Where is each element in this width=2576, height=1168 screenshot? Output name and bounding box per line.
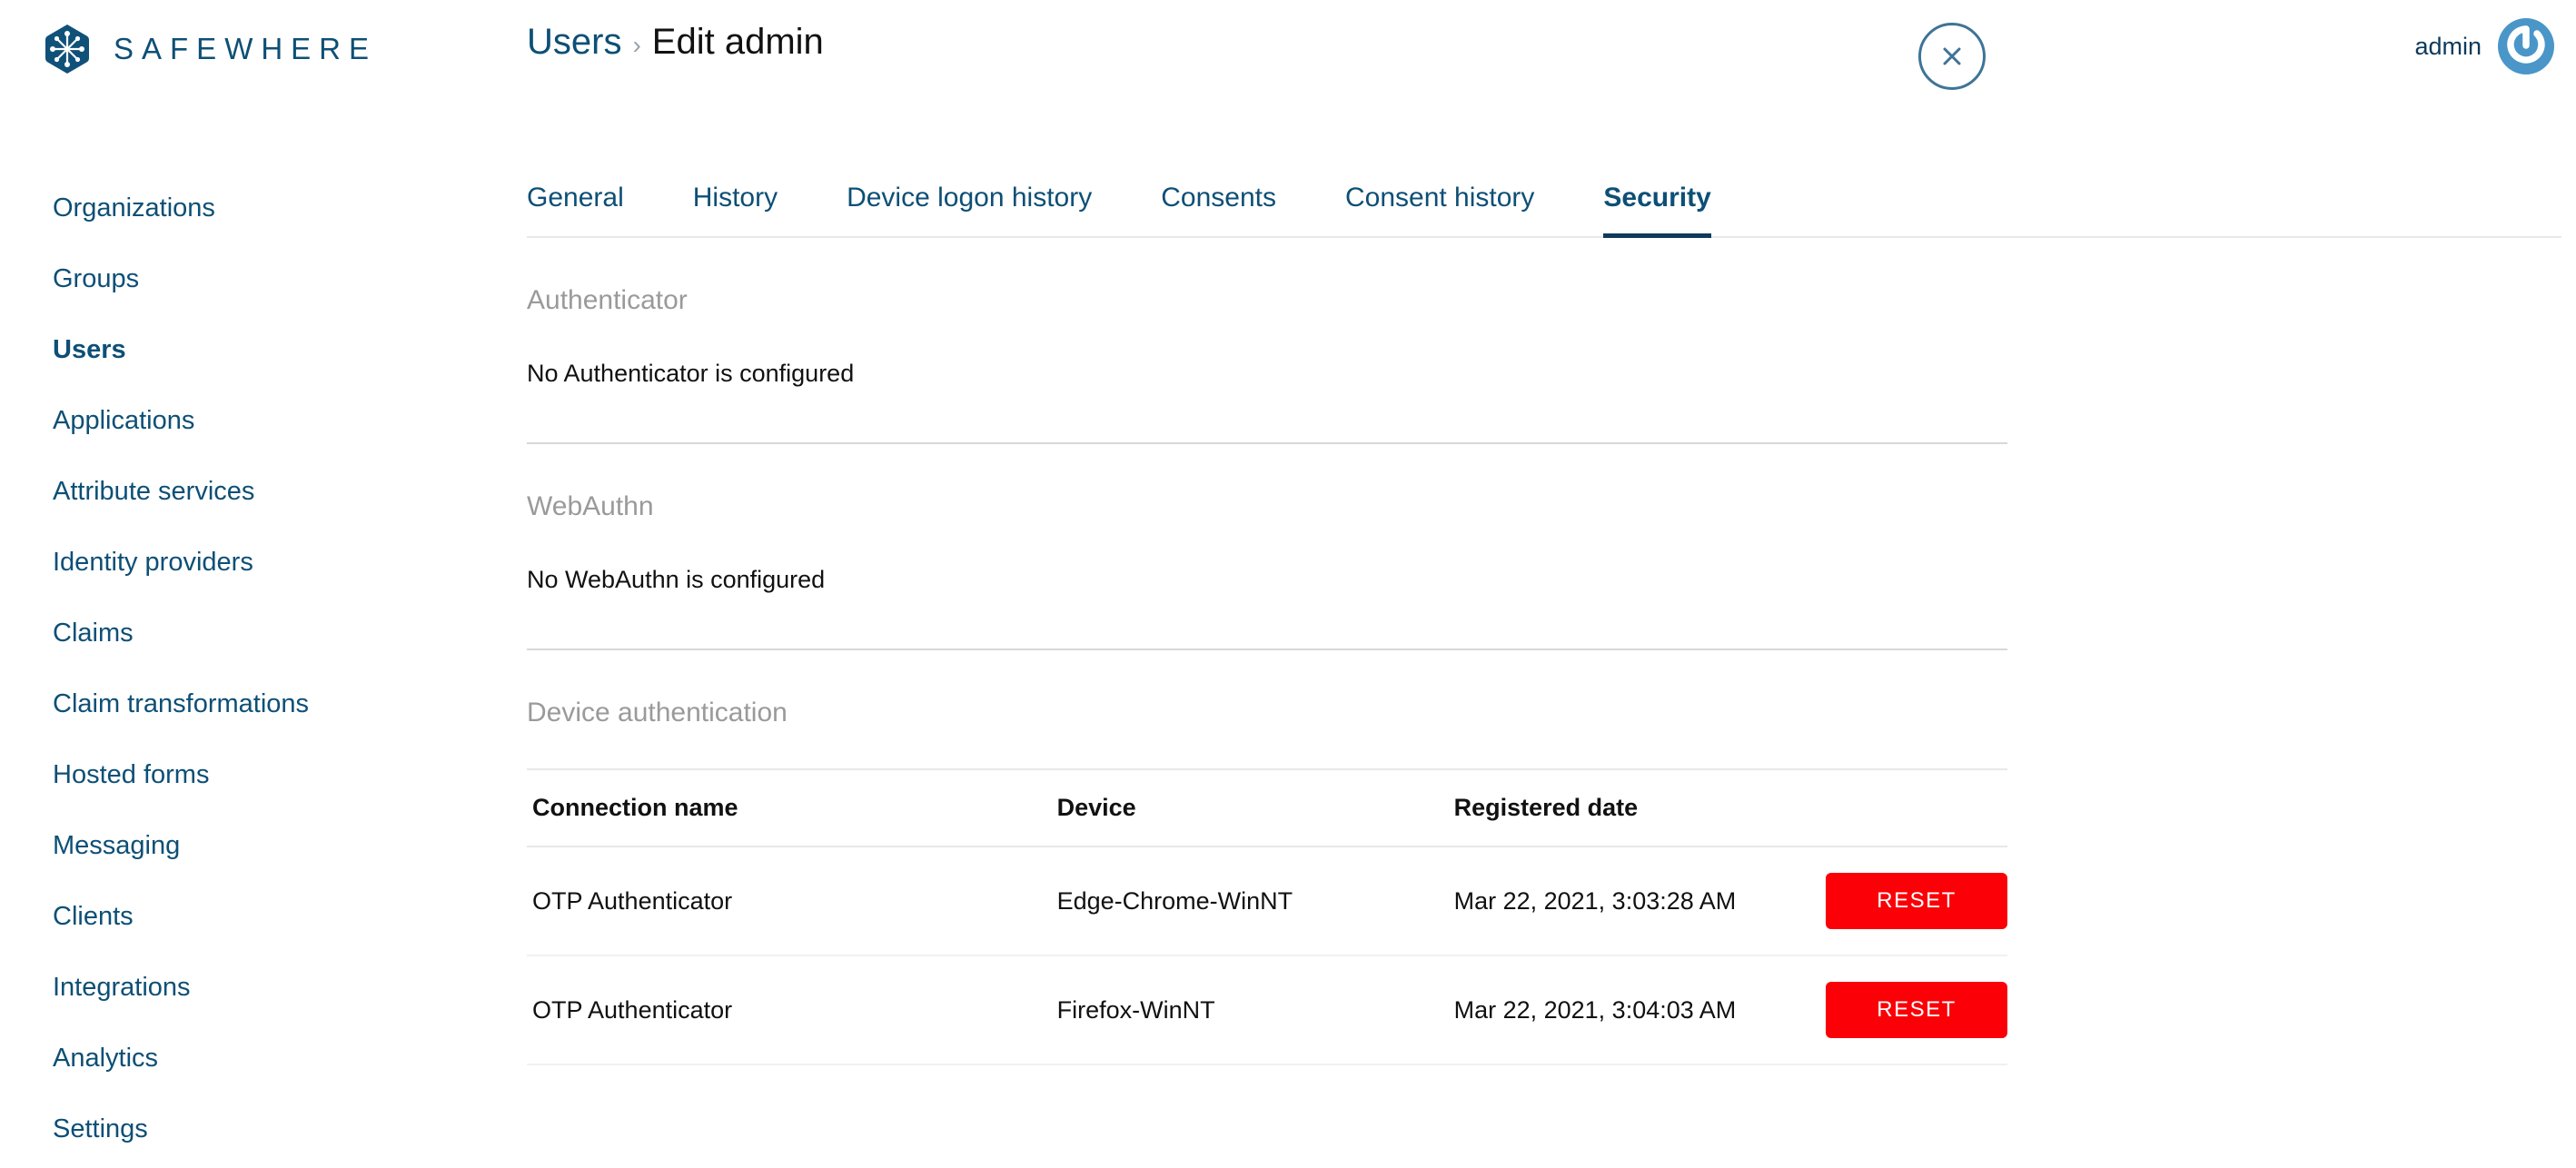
sidebar-item-attribute-services[interactable]: Attribute services — [0, 456, 509, 527]
tab-general[interactable]: General — [527, 183, 624, 238]
tab-security[interactable]: Security — [1603, 183, 1711, 238]
brand-logo[interactable]: SAFEWHERE — [41, 23, 377, 75]
device-authentication-section: Device authentication Connection name De… — [527, 650, 2007, 1065]
webauthn-section-title: WebAuthn — [527, 491, 654, 521]
sidebar-item-integrations[interactable]: Integrations — [0, 952, 509, 1023]
sidebar-item-claim-transformations[interactable]: Claim transformations — [0, 668, 509, 739]
breadcrumb: Users › Edit admin — [527, 22, 824, 63]
table-header-row: Connection name Device Registered date — [527, 768, 2007, 847]
sidebar-item-applications[interactable]: Applications — [0, 385, 509, 456]
webauthn-section: WebAuthn No WebAuthn is configured — [527, 444, 2007, 650]
column-header-connection-name: Connection name — [527, 768, 1057, 847]
cell-actions: RESET — [1825, 846, 2007, 956]
reset-button[interactable]: RESET — [1826, 873, 2007, 929]
cell-connection-name: OTP Authenticator — [527, 955, 1057, 1065]
sidebar-item-hosted-forms[interactable]: Hosted forms — [0, 739, 509, 810]
column-header-registered-date: Registered date — [1453, 768, 1826, 847]
table-body: OTP Authenticator Edge-Chrome-WinNT Mar … — [527, 846, 2007, 1065]
sidebar: Organizations Groups Users Applications … — [0, 173, 509, 1164]
authenticator-empty-message: No Authenticator is configured — [527, 360, 855, 387]
close-icon — [1937, 42, 1967, 71]
table-header: Connection name Device Registered date — [527, 768, 2007, 847]
tab-history[interactable]: History — [693, 183, 778, 238]
sidebar-item-analytics[interactable]: Analytics — [0, 1023, 509, 1094]
sidebar-item-users[interactable]: Users — [0, 314, 509, 385]
sidebar-item-settings[interactable]: Settings — [0, 1094, 509, 1164]
device-authentication-section-title: Device authentication — [527, 698, 788, 728]
sidebar-item-messaging[interactable]: Messaging — [0, 810, 509, 881]
column-header-actions — [1825, 768, 2007, 847]
top-bar: SAFEWHERE Users › Edit admin admin — [0, 0, 2576, 109]
tab-consent-history[interactable]: Consent history — [1345, 183, 1534, 238]
device-authentication-table: Connection name Device Registered date O… — [527, 768, 2007, 1065]
table-row: OTP Authenticator Edge-Chrome-WinNT Mar … — [527, 846, 2007, 956]
sidebar-item-claims[interactable]: Claims — [0, 598, 509, 668]
avatar[interactable] — [2498, 18, 2554, 74]
tab-device-logon-history[interactable]: Device logon history — [847, 183, 1092, 238]
authenticator-section: Authenticator No Authenticator is config… — [527, 238, 2007, 444]
tab-consents[interactable]: Consents — [1161, 183, 1276, 238]
sidebar-item-clients[interactable]: Clients — [0, 881, 509, 952]
cell-device: Firefox-WinNT — [1056, 955, 1454, 1065]
column-header-device: Device — [1056, 768, 1454, 847]
close-button[interactable] — [1918, 23, 1986, 90]
table-row: OTP Authenticator Firefox-WinNT Mar 22, … — [527, 955, 2007, 1065]
reset-button[interactable]: RESET — [1826, 982, 2007, 1038]
user-menu[interactable]: admin — [2414, 18, 2554, 74]
cell-connection-name: OTP Authenticator — [527, 846, 1057, 956]
snowflake-hexagon-icon — [41, 23, 94, 75]
tab-bar: General History Device logon history Con… — [527, 163, 2561, 238]
breadcrumb-separator-icon: › — [632, 31, 641, 59]
cell-registered-date: Mar 22, 2021, 3:04:03 AM — [1453, 955, 1826, 1065]
authenticator-section-title: Authenticator — [527, 285, 688, 315]
breadcrumb-users-link[interactable]: Users — [527, 22, 621, 63]
brand-wordmark: SAFEWHERE — [114, 32, 378, 65]
sidebar-item-organizations[interactable]: Organizations — [0, 173, 509, 243]
cell-registered-date: Mar 22, 2021, 3:03:28 AM — [1453, 846, 1826, 956]
user-name-label: admin — [2414, 32, 2482, 60]
cell-device: Edge-Chrome-WinNT — [1056, 846, 1454, 956]
cell-actions: RESET — [1825, 955, 2007, 1065]
power-avatar-icon — [2498, 16, 2554, 77]
sidebar-item-groups[interactable]: Groups — [0, 243, 509, 314]
breadcrumb-current: Edit admin — [651, 22, 824, 62]
sidebar-item-identity-providers[interactable]: Identity providers — [0, 527, 509, 598]
webauthn-empty-message: No WebAuthn is configured — [527, 566, 826, 593]
main-content: General History Device logon history Con… — [527, 163, 2561, 1065]
